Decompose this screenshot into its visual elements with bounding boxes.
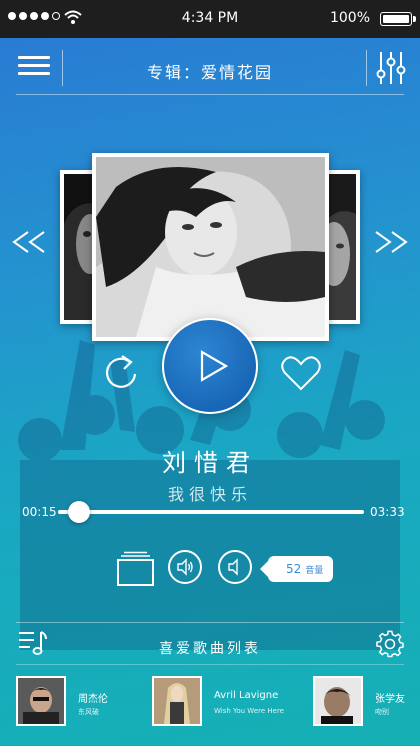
play-button[interactable] bbox=[162, 318, 258, 414]
play-icon bbox=[200, 350, 229, 382]
favorite-song-artist: Avril Lavigne bbox=[214, 690, 279, 701]
speaker-low-icon bbox=[228, 558, 238, 576]
favorite-song-cover bbox=[152, 676, 202, 726]
status-bar: 4:34 PM 100% bbox=[0, 0, 420, 38]
section-divider bbox=[16, 664, 404, 665]
double-chevron-left-icon[interactable] bbox=[10, 230, 50, 254]
battery-cap bbox=[413, 16, 416, 22]
album-title: 专辑：爱情花园 bbox=[146, 63, 273, 82]
artist-name: 刘惜君 bbox=[162, 449, 258, 477]
favorite-song-cover bbox=[313, 676, 363, 726]
favorite-song-title: 东风破 bbox=[78, 708, 99, 716]
favorite-song-title: 吻别 bbox=[375, 708, 389, 716]
elapsed-time: 00:15 bbox=[22, 505, 57, 519]
music-player-screen: 4:34 PM 100% 专辑：爱情花园 刘惜君 我很快乐 00:15 03:3… bbox=[0, 0, 420, 746]
header-divider bbox=[16, 94, 404, 95]
song-title: 我很快乐 bbox=[167, 485, 252, 504]
equalizer-sliders-icon[interactable] bbox=[374, 50, 408, 86]
favorite-song-item[interactable]: Avril Lavigne Wish You Were Here bbox=[152, 676, 284, 728]
header: 专辑：爱情花园 bbox=[0, 38, 420, 95]
favorite-song-artist: 周杰伦 bbox=[78, 694, 108, 705]
divider bbox=[366, 50, 367, 86]
speaker-on-icon bbox=[177, 558, 193, 576]
card-stack-icon[interactable] bbox=[116, 551, 156, 587]
total-duration: 03:33 bbox=[370, 505, 405, 519]
volume-unit: 音量 bbox=[305, 565, 324, 576]
progress-bar[interactable] bbox=[58, 510, 364, 514]
heart-icon[interactable] bbox=[280, 354, 322, 392]
double-chevron-right-icon[interactable] bbox=[370, 230, 410, 254]
repeat-icon[interactable] bbox=[102, 350, 142, 394]
volume-down-button[interactable] bbox=[218, 550, 252, 584]
volume-value: 52 bbox=[286, 562, 302, 576]
volume-tooltip: 52 音量 bbox=[259, 556, 334, 582]
favorite-song-item[interactable]: 周杰伦 东风破 bbox=[16, 676, 136, 728]
battery-percent: 100% bbox=[329, 10, 370, 26]
favorite-song-item[interactable]: 张学友 吻别 bbox=[313, 676, 413, 728]
favorite-song-artist: 张学友 bbox=[375, 694, 405, 705]
battery-icon bbox=[380, 12, 412, 26]
volume-button[interactable] bbox=[168, 550, 202, 584]
progress-thumb[interactable] bbox=[68, 501, 91, 523]
favorite-song-title: Wish You Were Here bbox=[214, 707, 284, 715]
album-cover-current[interactable] bbox=[92, 153, 329, 341]
favorite-song-cover bbox=[16, 676, 66, 726]
gear-icon[interactable] bbox=[376, 630, 404, 658]
section-divider bbox=[16, 622, 404, 623]
favorites-list-title: 喜爱歌曲列表 bbox=[159, 641, 261, 657]
